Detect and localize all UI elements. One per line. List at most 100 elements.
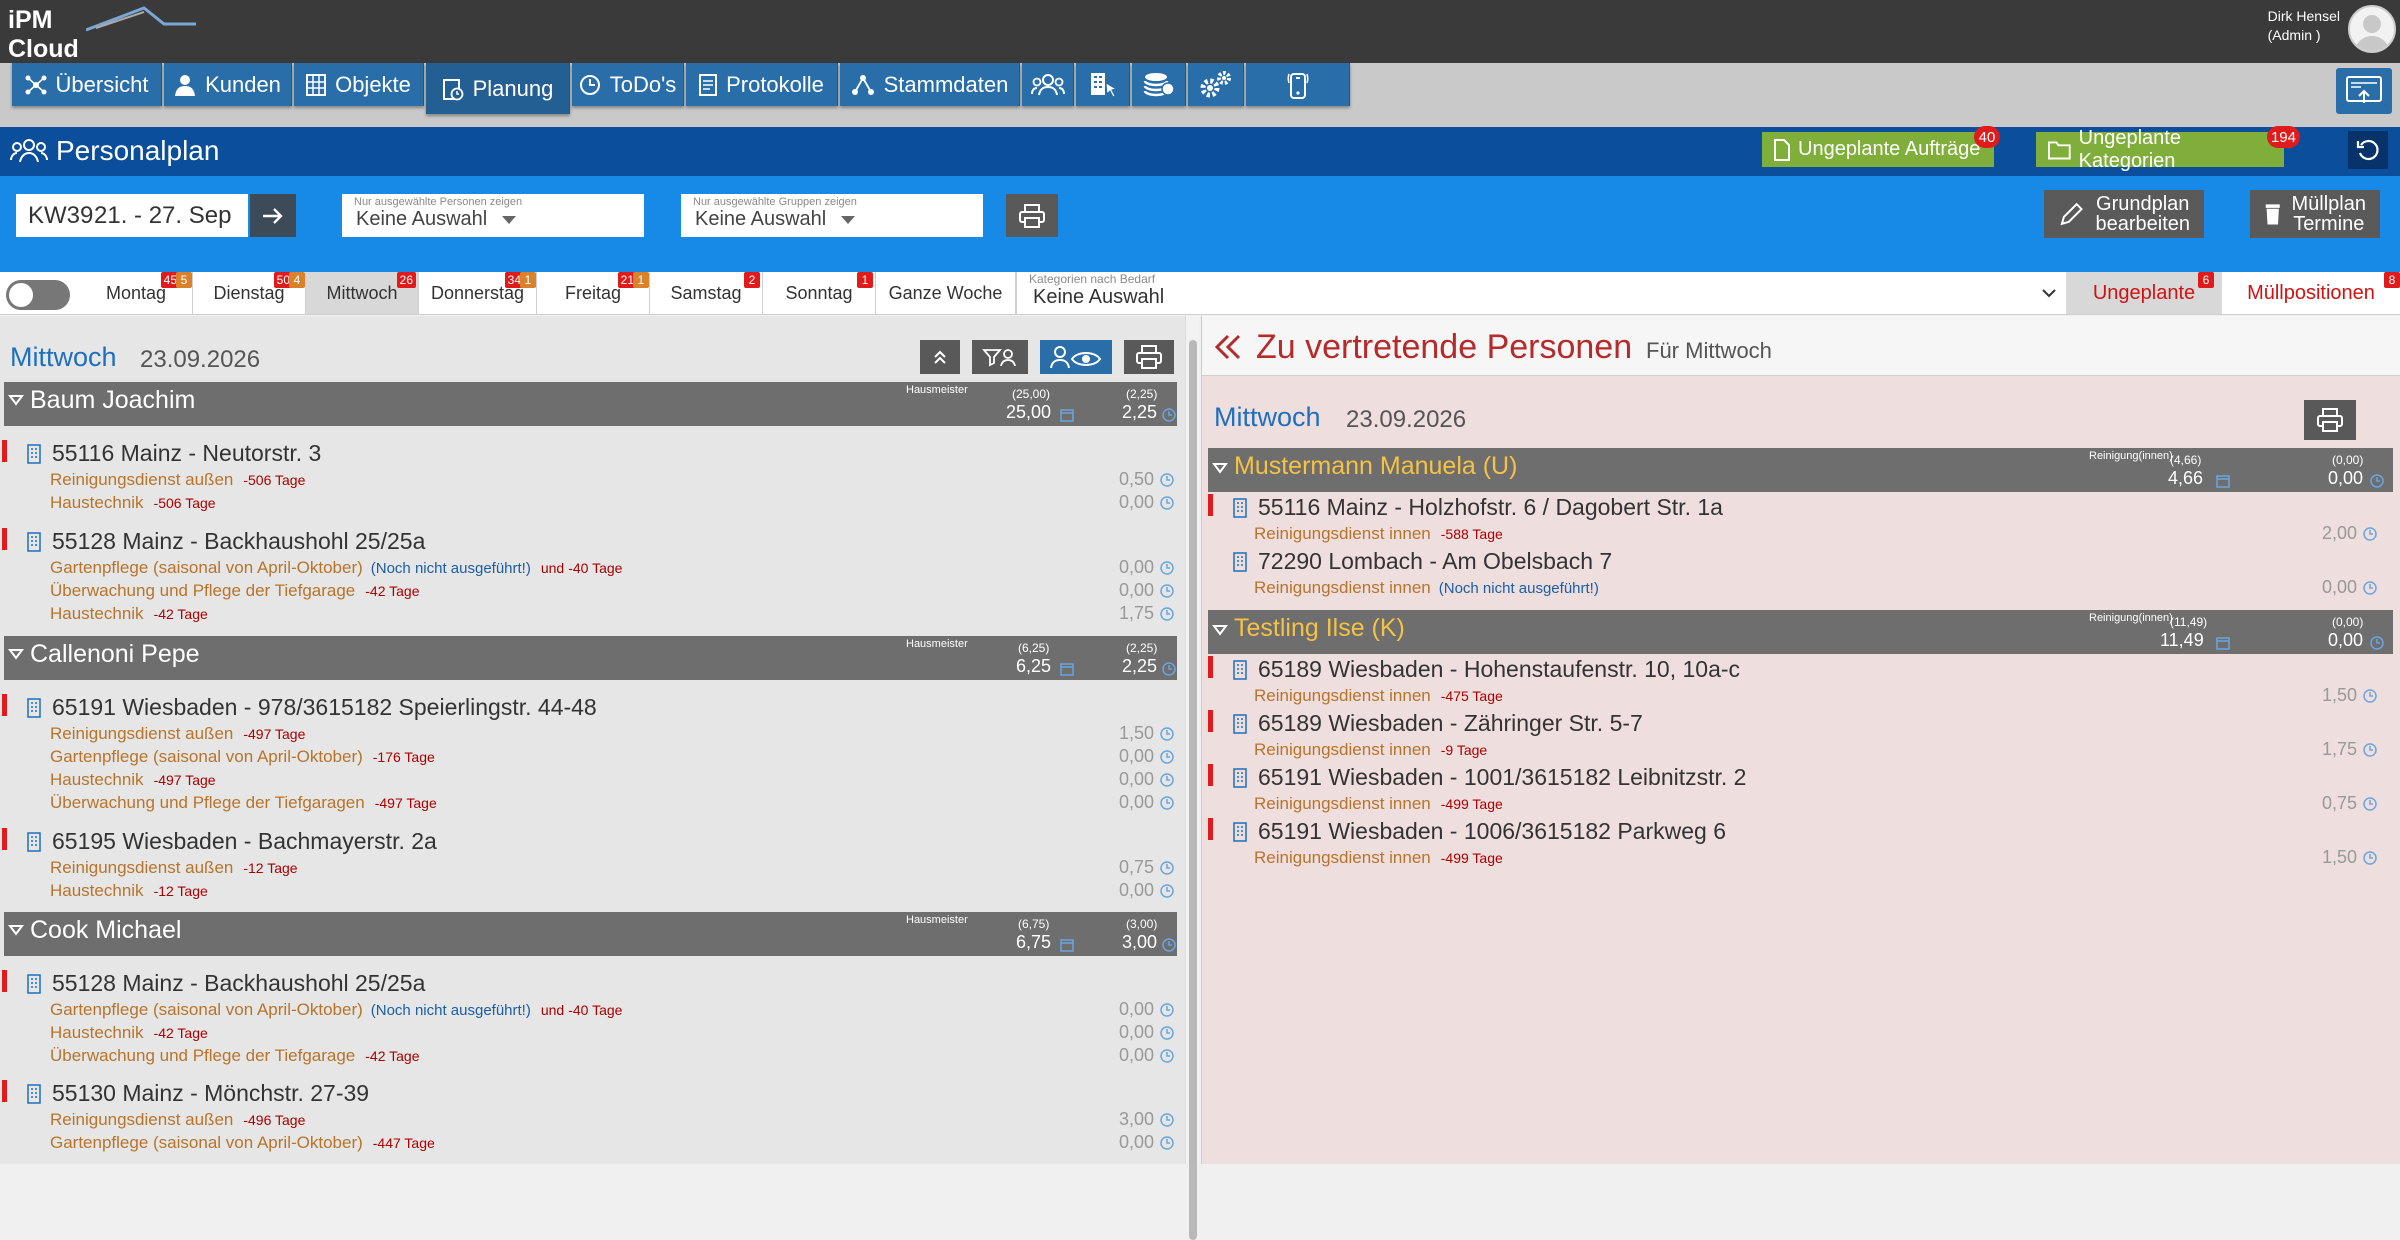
- nav-planung[interactable]: Planung: [426, 63, 570, 114]
- category-select[interactable]: Kategorien nach Bedarf Keine Auswahl: [1016, 272, 2066, 314]
- clock-icon: [1160, 495, 1174, 510]
- employee-group-header[interactable]: Callenoni Pepe Hausmeister (6,25) 6,25 (…: [4, 636, 1177, 680]
- calendar-icon: [1060, 663, 1074, 676]
- unplanned-categories-button[interactable]: Ungeplante Kategorien 194: [2036, 126, 2300, 172]
- tab-dienstag[interactable]: Dienstag 50 4: [193, 272, 306, 314]
- groups-filter-select[interactable]: Nur ausgewählte Gruppen zeigen Keine Aus…: [681, 194, 983, 237]
- unplanned-orders-button[interactable]: Ungeplante Aufträge 40: [1762, 126, 2000, 167]
- object-row[interactable]: 72290 Lombach - Am Obelsbach 7: [1232, 548, 1612, 575]
- object-row[interactable]: 65191 Wiesbaden - 1006/3615182 Parkweg 6: [1232, 818, 1726, 845]
- service-row[interactable]: Gartenpflege (saisonal von April-Oktober…: [50, 558, 622, 578]
- service-row[interactable]: Reinigungsdienst innen -499 Tage: [1254, 848, 1503, 868]
- filter-person-button[interactable]: [972, 340, 1028, 374]
- tab-samstag[interactable]: Samstag 2: [650, 272, 763, 314]
- nav-finance[interactable]: [1132, 63, 1186, 106]
- tab-muellpositionen[interactable]: Müllpositionen 8: [2222, 272, 2400, 314]
- reset-button[interactable]: [2348, 131, 2388, 169]
- scrollbar[interactable]: [1185, 316, 1199, 1240]
- service-row[interactable]: Reinigungsdienst innen -499 Tage: [1254, 794, 1503, 814]
- object-row[interactable]: 65189 Wiesbaden - Hohenstaufenstr. 10, 1…: [1232, 656, 1740, 683]
- object-row[interactable]: 55128 Mainz - Backhaushohl 25/25a: [26, 528, 425, 555]
- service-row[interactable]: Reinigungsdienst innen (Noch nicht ausgef…: [1254, 578, 1599, 598]
- object-row[interactable]: 65189 Wiesbaden - Zähringer Str. 5-7: [1232, 710, 1643, 737]
- edit-base-plan-button[interactable]: Grundplan bearbeiten: [2044, 190, 2204, 238]
- service-row[interactable]: Gartenpflege (saisonal von April-Oktober…: [50, 1000, 622, 1020]
- nav-uebersicht[interactable]: Übersicht: [12, 63, 162, 106]
- week-selector[interactable]: KW39 21. - 27. Sep: [16, 194, 248, 237]
- service-row[interactable]: Haustechnik -42 Tage: [50, 604, 208, 624]
- logo-text-cloud: Cloud: [8, 35, 79, 63]
- nav-objekte[interactable]: Objekte: [294, 63, 424, 106]
- clock-icon: [1160, 795, 1174, 810]
- nav-protokolle[interactable]: Protokolle: [686, 63, 838, 106]
- tab-mittwoch[interactable]: Mittwoch 26: [306, 272, 419, 314]
- unplanned-categories-label: Ungeplante Kategorien: [2078, 126, 2181, 172]
- extra-hours-base: (3,00): [1126, 917, 1158, 931]
- tab-ganze-woche[interactable]: Ganze Woche: [876, 272, 1016, 314]
- waste-plan-button[interactable]: Müllplan Termine: [2250, 190, 2380, 238]
- service-row[interactable]: Reinigungsdienst außen -506 Tage: [50, 470, 305, 490]
- object-name: 65191 Wiesbaden - 978/3615182 Speierling…: [52, 694, 597, 720]
- nav-todos[interactable]: ToDo's: [572, 63, 684, 106]
- next-week-button[interactable]: [250, 194, 296, 237]
- service-row[interactable]: Haustechnik -497 Tage: [50, 770, 216, 790]
- alert-bar: [1208, 818, 1213, 840]
- service-row[interactable]: Reinigungsdienst außen -497 Tage: [50, 724, 305, 744]
- service-row[interactable]: Reinigungsdienst innen -588 Tage: [1254, 524, 1503, 544]
- object-row[interactable]: 55130 Mainz - Mönchstr. 27-39: [26, 1080, 369, 1107]
- service-row[interactable]: Gartenpflege (saisonal von April-Oktober…: [50, 1133, 435, 1153]
- employee-group-header[interactable]: Cook Michael Hausmeister (6,75) 6,75 (3,…: [4, 912, 1177, 956]
- nav-groups[interactable]: [1022, 63, 1074, 106]
- object-name: 55116 Mainz - Neutorstr. 3: [52, 440, 322, 466]
- service-row[interactable]: Haustechnik -506 Tage: [50, 493, 216, 513]
- service-row[interactable]: Haustechnik -42 Tage: [50, 1023, 208, 1043]
- employee-group-header[interactable]: Baum Joachim Hausmeister (25,00) 25,00 (…: [4, 382, 1177, 426]
- scrollbar-thumb[interactable]: [1189, 340, 1197, 1240]
- tab-donnerstag[interactable]: Donnerstag 34 1: [419, 272, 537, 314]
- show-persons-button[interactable]: [1040, 340, 1112, 374]
- chevron-down-icon: [2042, 289, 2056, 298]
- collapse-all-button[interactable]: [920, 340, 960, 374]
- print-day-button[interactable]: [1124, 340, 1174, 374]
- substitute-group-header[interactable]: Testling Ilse (K) Reinigung(innen) (11,4…: [1208, 610, 2393, 654]
- object-row[interactable]: 55116 Mainz - Holzhofstr. 6 / Dagobert S…: [1232, 494, 1723, 521]
- service-row[interactable]: Reinigungsdienst außen -12 Tage: [50, 858, 298, 878]
- overdue-days: -176 Tage: [372, 749, 435, 765]
- object-row[interactable]: 65191 Wiesbaden - 978/3615182 Speierling…: [26, 694, 597, 721]
- avatar[interactable]: [2348, 5, 2396, 53]
- nav-label: ToDo's: [609, 71, 677, 97]
- service-row[interactable]: Überwachung und Pflege der Tiefgarage -42…: [50, 1046, 420, 1066]
- service-row[interactable]: Überwachung und Pflege der Tiefgarage -42…: [50, 581, 420, 601]
- screen-toggle-button[interactable]: [2336, 68, 2392, 114]
- persons-filter-select[interactable]: Nur ausgewählte Personen zeigen Keine Au…: [342, 194, 644, 237]
- tab-badge-warning: 1: [520, 272, 536, 288]
- tab-sonntag[interactable]: Sonntag 1: [763, 272, 876, 314]
- service-row[interactable]: Reinigungsdienst innen -9 Tage: [1254, 740, 1487, 760]
- overdue-days: -496 Tage: [243, 1112, 306, 1128]
- service-row[interactable]: Reinigungsdienst außen -496 Tage: [50, 1110, 305, 1130]
- tab-ungeplante[interactable]: Ungeplante 6: [2066, 272, 2222, 314]
- object-row[interactable]: 55116 Mainz - Neutorstr. 3: [26, 440, 321, 467]
- double-chevron-left-icon[interactable]: [1214, 334, 1242, 360]
- service-row[interactable]: Überwachung und Pflege der Tiefgaragen -4…: [50, 793, 437, 813]
- tab-freitag[interactable]: Freitag 21 1: [537, 272, 650, 314]
- nav-buildings[interactable]: [1076, 63, 1130, 106]
- service-row[interactable]: Gartenpflege (saisonal von April-Oktober…: [50, 747, 435, 767]
- app-logo[interactable]: iPM Cloud: [6, 4, 196, 63]
- user-info[interactable]: Dirk Hensel (Admin ): [2268, 7, 2340, 45]
- nav-kunden[interactable]: Kunden: [164, 63, 292, 106]
- nav-mobile[interactable]: [1246, 63, 1350, 106]
- nav-settings[interactable]: [1188, 63, 1244, 106]
- planned-hours: 11,49: [2160, 630, 2204, 650]
- service-row[interactable]: Haustechnik -12 Tage: [50, 881, 208, 901]
- tab-montag[interactable]: Montag 45 5: [80, 272, 193, 314]
- substitute-group-header[interactable]: Mustermann Manuela (U) Reinigung(innen) …: [1208, 448, 2393, 492]
- print-button[interactable]: [1006, 194, 1058, 237]
- nav-stammdaten[interactable]: Stammdaten: [840, 63, 1020, 106]
- service-row[interactable]: Reinigungsdienst innen -475 Tage: [1254, 686, 1503, 706]
- object-row[interactable]: 65191 Wiesbaden - 1001/3615182 Leibnitzs…: [1232, 764, 1746, 791]
- object-row[interactable]: 65195 Wiesbaden - Bachmayerstr. 2a: [26, 828, 437, 855]
- object-row[interactable]: 55128 Mainz - Backhaushohl 25/25a: [26, 970, 425, 997]
- print-substitution-button[interactable]: [2304, 400, 2356, 440]
- view-toggle-switch[interactable]: [6, 280, 70, 310]
